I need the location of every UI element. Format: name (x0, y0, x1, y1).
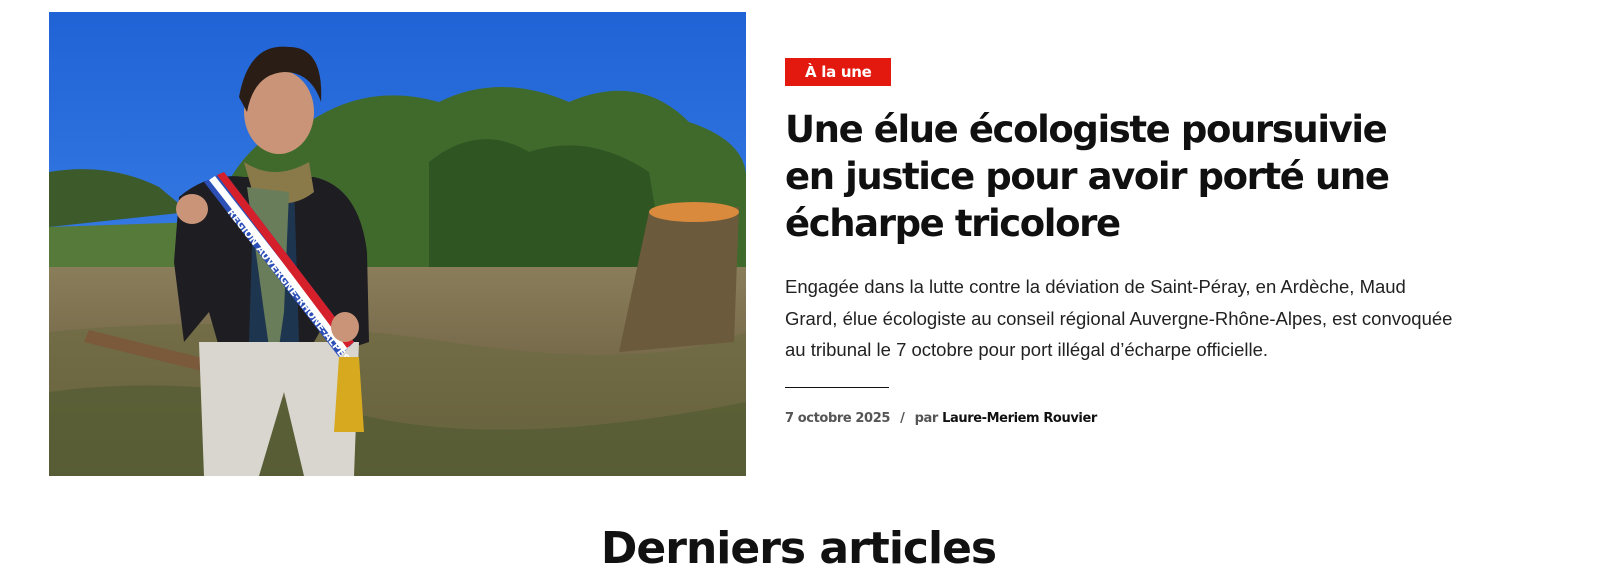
article-teaser: À la une Une élue écologiste poursuivie … (785, 58, 1465, 426)
article-title: Une élue écologiste poursuivie en justic… (785, 106, 1445, 247)
article-excerpt: Engagée dans la lutte contre la déviatio… (785, 276, 1453, 360)
article-photo[interactable]: RÉGION AUVERGNE-RHÔNE-ALPES (49, 12, 746, 476)
section-heading: Derniers articles (600, 523, 997, 574)
article-title-link[interactable]: Une élue écologiste poursuivie en justic… (785, 108, 1390, 245)
article-meta: 7 octobre 2025 / par Laure-Meriem Rouvie… (785, 411, 1465, 426)
author-link[interactable]: Laure-Meriem Rouvier (942, 411, 1097, 426)
divider (785, 386, 889, 388)
meta-separator: / (900, 410, 905, 426)
by-label: par (914, 410, 939, 426)
featured-badge[interactable]: À la une (785, 58, 892, 86)
article-date: 7 octobre 2025 (785, 410, 890, 426)
photo-illustration: RÉGION AUVERGNE-RHÔNE-ALPES (49, 12, 746, 476)
